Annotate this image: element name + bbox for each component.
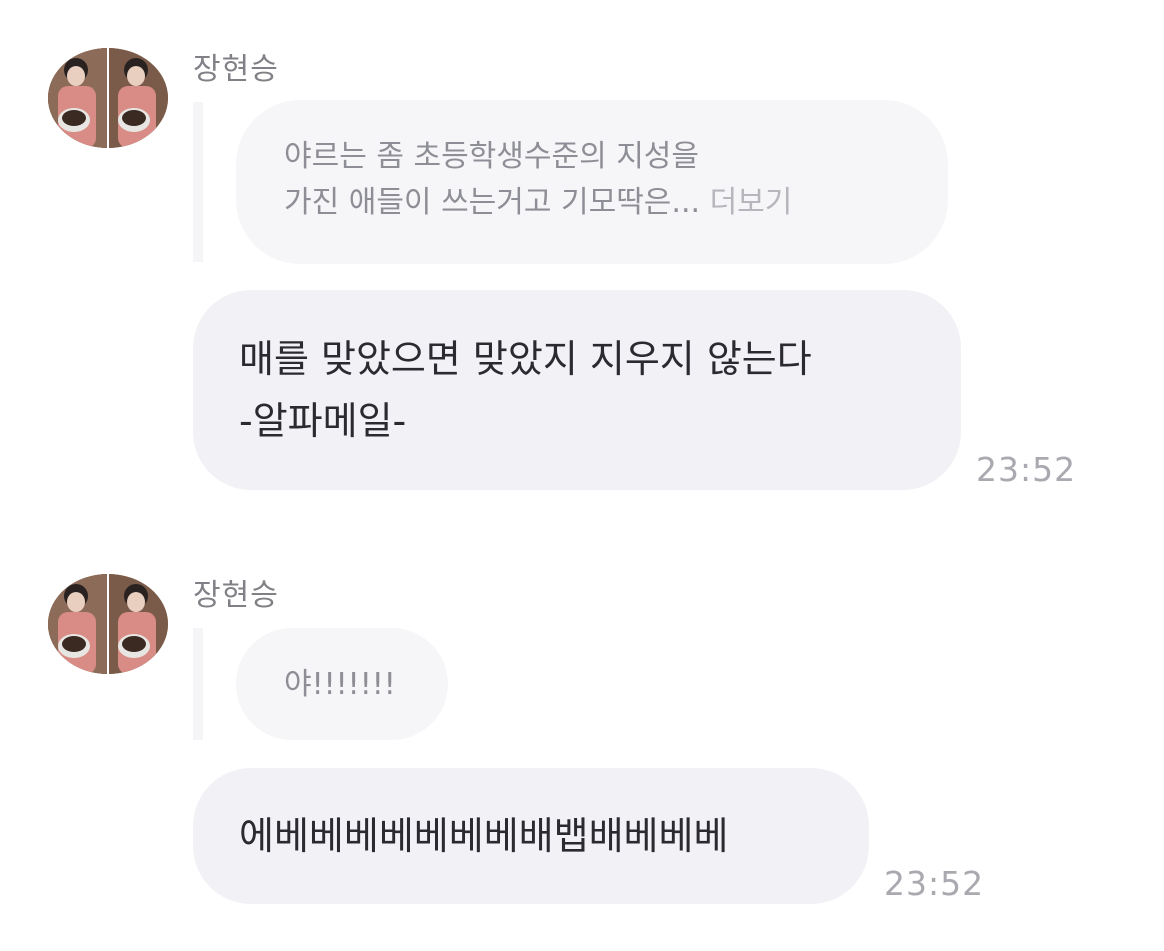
message-group-2: 장현승 야!!!!!!! 에베베베베베베베배뱁배베베베 23:52 [0, 0, 1164, 951]
reply-preview-bubble[interactable]: 야!!!!!!! [236, 628, 448, 740]
message-bubble[interactable]: 에베베베베베베베배뱁배베베베 [193, 768, 869, 904]
reply-preview-line-1: 야!!!!!!! [284, 667, 396, 702]
avatar[interactable] [48, 574, 168, 674]
quote-bar [193, 628, 203, 740]
message-timestamp: 23:52 [884, 864, 985, 903]
sender-name[interactable]: 장현승 [193, 570, 279, 614]
avatar-photo-icon [48, 574, 168, 674]
message-text-line-1: 에베베베베베베베배뱁배베베베 [239, 814, 729, 858]
